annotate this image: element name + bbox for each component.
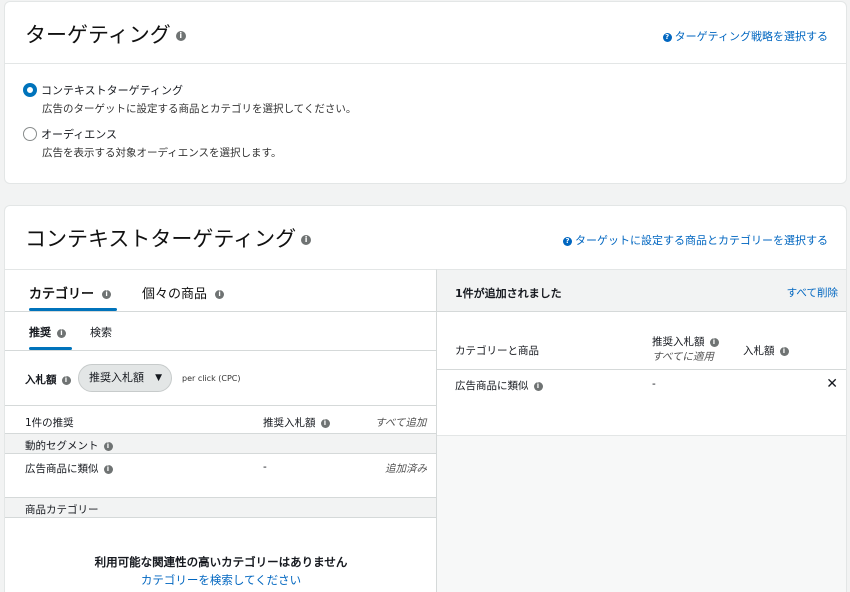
radio-button[interactable] [23, 127, 37, 141]
group-label: 動的セグメント i [25, 438, 113, 453]
recommendation-table-header: 1件の推奨 推奨入札額 i すべて追加 [5, 405, 436, 434]
info-icon[interactable]: i [103, 441, 113, 451]
contextual-help-link[interactable]: ? ターゲットに設定する商品とカテゴリーを選択する [563, 232, 828, 248]
chevron-down-icon: ▼ [155, 373, 162, 383]
targeting-title: ターゲティング i [25, 19, 186, 49]
search-category-link[interactable]: カテゴリーを検索してください [5, 572, 437, 588]
subtab-active-indicator [29, 347, 72, 350]
info-icon[interactable]: i [215, 290, 225, 299]
info-icon[interactable]: i [102, 290, 112, 299]
info-icon[interactable]: i [709, 337, 719, 347]
group-label: 商品カテゴリー [25, 504, 99, 516]
added-header: 1件が追加されました すべて削除 [437, 270, 846, 312]
info-icon[interactable]: i [301, 235, 312, 245]
targeting-strategy-link[interactable]: ? ターゲティング戦略を選択する [662, 28, 828, 44]
info-icon[interactable]: i [57, 328, 66, 338]
info-icon[interactable]: i [61, 375, 71, 385]
info-icon[interactable]: i [320, 418, 330, 428]
added-table-header: カテゴリーと商品 推奨入札額 i すべてに適用 入札額 i [437, 312, 846, 370]
added-targets-pane: 1件が追加されました すべて削除 カテゴリーと商品 推奨入札額 i すべてに適用 … [437, 269, 846, 592]
help-icon: ? [662, 32, 672, 42]
contextual-targeting-card: コンテキストターゲティング i ? ターゲットに設定する商品とカテゴリーを選択する … [4, 205, 847, 592]
tab-active-indicator [29, 308, 117, 311]
added-count-title: 1件が追加されました [455, 287, 562, 300]
radio-audience-desc: 広告を表示する対象オーディエンスを選択します。 [42, 147, 282, 159]
col-category-product: カテゴリーと商品 [455, 345, 539, 357]
row-bid: - [263, 461, 267, 473]
apply-to-all-button[interactable]: すべてに適用 [652, 349, 714, 364]
bid-unit-label: per click (CPC) [182, 374, 241, 383]
row-added-status: 追加済み [385, 463, 427, 475]
add-all-button[interactable]: すべて追加 [375, 415, 426, 430]
targeting-selector-pane: カテゴリー i 個々の商品 i 推奨 i 検索 入札額 i 推奨入札額 ▼ per cl… [5, 269, 437, 592]
empty-state-title: 利用可能な関連性の高いカテゴリーはありません [94, 555, 348, 569]
bid-type-dropdown[interactable]: 推奨入札額 ▼ [78, 364, 172, 392]
tab-bar: カテゴリー i 個々の商品 i [5, 270, 436, 312]
group-product-category: 商品カテゴリー [5, 498, 436, 518]
help-icon: ? [563, 236, 572, 246]
tab-individual-products[interactable]: 個々の商品 i [142, 283, 225, 302]
row-name: 広告商品に類似 i [455, 378, 543, 393]
row-name: 広告商品に類似 i [25, 461, 113, 476]
radio-contextual[interactable]: コンテキストターゲティング 広告のターゲットに設定する商品とカテゴリを選択してく… [23, 82, 356, 116]
radio-contextual-desc: 広告のターゲットに設定する商品とカテゴリを選択してください。 [42, 103, 357, 115]
subtab-recommended[interactable]: 推奨 i [29, 324, 66, 340]
table-row: 広告商品に類似 i - ✕ [437, 370, 846, 436]
radio-button-selected[interactable] [23, 83, 37, 97]
suggested-bid-header: 推奨入札額 i [263, 415, 330, 430]
subtab-bar: 推奨 i 検索 [5, 312, 436, 351]
close-icon[interactable]: ✕ [826, 376, 838, 392]
row-suggested-bid: - [652, 378, 656, 390]
subtab-search[interactable]: 検索 [90, 324, 112, 340]
empty-state: 利用可能な関連性の高いカテゴリーはありません カテゴリーを検索してください [5, 518, 436, 592]
remove-all-button[interactable]: すべて削除 [787, 285, 838, 300]
bid-label: 入札額 i [25, 372, 71, 387]
radio-audience[interactable]: オーディエンス 広告を表示する対象オーディエンスを選択します。 [23, 126, 282, 160]
tab-category[interactable]: カテゴリー i [29, 283, 112, 302]
col-suggested-bid: 推奨入札額 i [652, 334, 719, 349]
bid-row: 入札額 i 推奨入札額 ▼ per click (CPC) [5, 351, 436, 405]
col-bid: 入札額 i [743, 343, 789, 358]
contextual-header: コンテキストターゲティング i ? ターゲットに設定する商品とカテゴリーを選択する [5, 206, 846, 269]
group-dynamic-segment: 動的セグメント i [5, 434, 436, 454]
targeting-card: ターゲティング i ? ターゲティング戦略を選択する コンテキストターゲティング 広… [4, 1, 847, 184]
info-icon[interactable]: i [779, 346, 789, 356]
recommendation-count: 1件の推奨 [25, 417, 74, 429]
targeting-header: ターゲティング i ? ターゲティング戦略を選択する [5, 2, 846, 64]
info-icon[interactable]: i [103, 464, 113, 474]
info-icon[interactable]: i [175, 31, 186, 41]
contextual-title: コンテキストターゲティング i [25, 223, 312, 253]
table-row: 広告商品に類似 i - 追加済み [5, 454, 436, 498]
info-icon[interactable]: i [533, 381, 543, 391]
